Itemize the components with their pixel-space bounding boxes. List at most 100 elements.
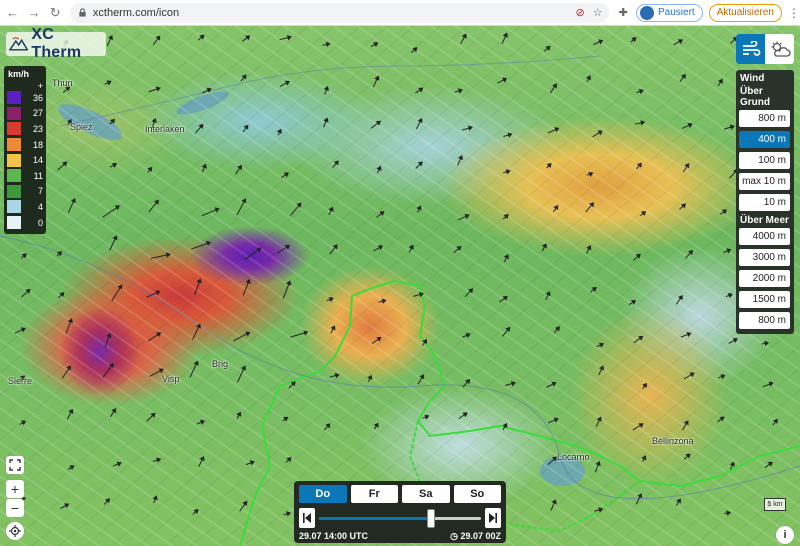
slider-thumb[interactable] [426,509,435,528]
wind-arrow-head [373,422,379,428]
above-sea-level-button[interactable]: 3000 m [739,249,790,266]
wind-arrow-head [503,254,509,260]
legend-unit: km/h [8,69,30,79]
fullscreen-button[interactable] [6,456,24,474]
legend-row: 4 [7,199,43,215]
wind-arrow-head [334,372,340,379]
forward-icon[interactable]: → [25,4,42,22]
day-tab[interactable]: Fr [350,485,398,503]
wind-arrow-head [729,124,735,130]
wind-arrow-head [114,205,120,211]
url-text: xctherm.com/icon [92,6,180,19]
wind-arrow-head [598,39,604,45]
above-ground-level-button[interactable]: max 10 m [739,173,790,190]
star-icon[interactable]: ☆ [593,6,603,19]
above-sea-level-button[interactable]: 4000 m [739,228,790,245]
clock-icon: ◷ [450,531,458,541]
slider-track[interactable] [319,509,481,528]
above-ground-level-button[interactable]: 100 m [739,152,790,169]
wind-arrow-head [256,247,262,253]
wind-arrow-head [408,244,414,250]
camera-blocked-icon[interactable]: ⊘ [575,6,584,19]
info-icon[interactable]: i [776,526,794,544]
wind-arrow-head [373,42,379,48]
wind-arrow-head [106,80,112,86]
avatar [640,5,655,20]
address-bar[interactable]: xctherm.com/icon ⊘ ☆ [69,2,609,23]
time-end-label: 29.07 00Z [460,531,501,541]
back-icon[interactable]: ← [4,4,21,22]
wind-arrow-head [195,323,201,329]
wind-arrow-head [156,457,162,463]
above-sea-level-button[interactable]: 800 m [739,312,790,329]
update-label: Aktualisieren [716,7,774,18]
wind-arrow-head [585,75,592,81]
wind-arrow-head [553,417,559,423]
step-forward-button[interactable] [485,508,501,528]
wind-mode-button[interactable] [736,34,765,64]
wind-arrow-head [418,87,424,93]
wind-arrow-head [107,35,114,41]
wind-arrow-head [106,332,112,338]
place-label: Thun [52,78,73,88]
puzzle-icon[interactable]: ✚ [617,6,630,20]
legend-row: 36 [7,90,43,106]
zoom-out-button[interactable]: − [6,499,24,517]
wind-arrow-head [598,342,605,348]
update-button[interactable]: Aktualisieren [708,3,782,22]
profile-paused-button[interactable]: Pausiert [636,3,703,22]
menu-icon[interactable]: ⋮ [788,6,800,20]
wind-arrow-head [467,125,473,131]
above-sea-level-button[interactable]: 1500 m [739,291,790,308]
wind-arrow-head [641,455,647,461]
wind-arrow-head [717,78,723,84]
reload-icon[interactable]: ↻ [47,4,64,22]
day-tab[interactable]: Do [299,485,347,503]
wind-arrow-head [381,298,387,304]
wind-arrow-head [677,294,683,301]
legend-swatch [7,169,21,183]
wind-arrow-head [67,318,73,324]
wind-arrow-head [374,75,380,81]
wind-arrow-head [64,503,70,509]
wind-arrow-head [586,245,592,251]
wind-arrow-head [596,416,602,422]
wind-arrow-head [677,39,684,45]
wind-arrow-head [237,164,242,170]
above-ground-level-button[interactable]: 10 m [739,194,790,211]
wind-arrow-head [377,245,384,251]
locate-icon [9,525,21,537]
wind-arrow-head [545,291,551,297]
day-tab[interactable]: So [453,485,501,503]
wind-arrow-head [117,284,123,290]
above-ground-level-button[interactable]: 800 m [739,110,790,127]
wind-arrow-head [376,165,382,171]
wind-arrow-head [152,495,158,501]
legend-swatch [7,200,21,214]
place-label: Bellinzona [652,436,694,446]
day-tab[interactable]: Sa [402,485,450,503]
wind-speed-legend: km/h +36 27 23 18 14 11 7 4 0 [4,66,46,234]
wind-arrow-head [249,460,255,466]
wind-arrow-head [158,368,164,374]
zoom-in-button[interactable]: + [6,480,24,498]
thermal-mode-button[interactable] [765,34,794,64]
wind-arrow-head [687,122,693,128]
above-ground-level-button[interactable]: 400 m [739,131,790,148]
step-back-button[interactable] [299,508,315,528]
wind-arrow-head [505,169,511,175]
wind-arrow-head [155,290,161,296]
wind-arrow-head [502,77,508,83]
legend-value: 18 [32,139,43,150]
above-sea-level-button[interactable]: 2000 m [739,270,790,287]
app-logo[interactable]: XC Therm [6,26,106,61]
locate-button[interactable] [6,522,24,540]
time-slider[interactable] [299,507,501,529]
legend-swatch [7,216,21,230]
wind-arrow-head [112,235,118,241]
wind-arrow-head [598,507,604,513]
wind-arrow-head [721,209,728,215]
wind-arrow-head [510,380,516,387]
wind-arrow-head [199,456,205,462]
wind-map[interactable]: Thun Spiez Interlaken Sierre Visp Brig L… [0,26,800,546]
